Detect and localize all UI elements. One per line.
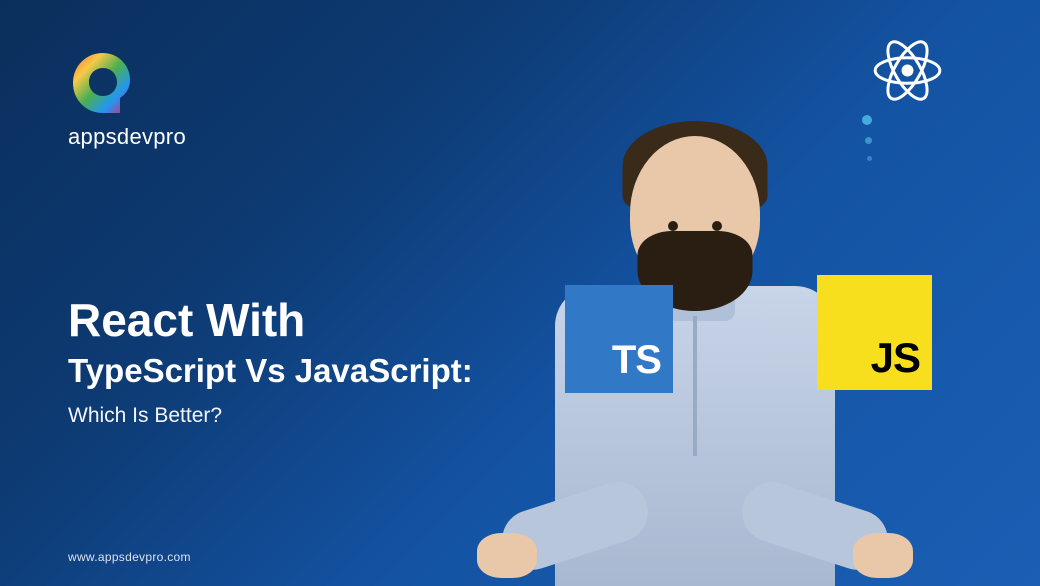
footer-url: www.appsdevpro.com	[68, 550, 191, 564]
typescript-badge-label: TS	[612, 338, 661, 383]
headline-block: React With TypeScript Vs JavaScript: Whi…	[68, 295, 473, 428]
person-hand-right	[853, 533, 913, 578]
brand-name: appsdevpro	[68, 124, 186, 150]
javascript-badge: JS	[817, 275, 932, 390]
typescript-badge: TS	[565, 285, 673, 393]
person-eye	[712, 221, 722, 231]
brand-logo-block: appsdevpro	[68, 48, 186, 150]
person-placket	[693, 316, 697, 456]
headline-subtext: Which Is Better?	[68, 404, 473, 428]
appsdevpro-logo-icon	[68, 48, 138, 118]
person-eye	[668, 221, 678, 231]
person-hand-left	[477, 533, 537, 578]
javascript-badge-label: JS	[871, 334, 920, 382]
headline-line-2: TypeScript Vs JavaScript:	[68, 350, 473, 393]
headline-line-1: React With	[68, 295, 473, 346]
